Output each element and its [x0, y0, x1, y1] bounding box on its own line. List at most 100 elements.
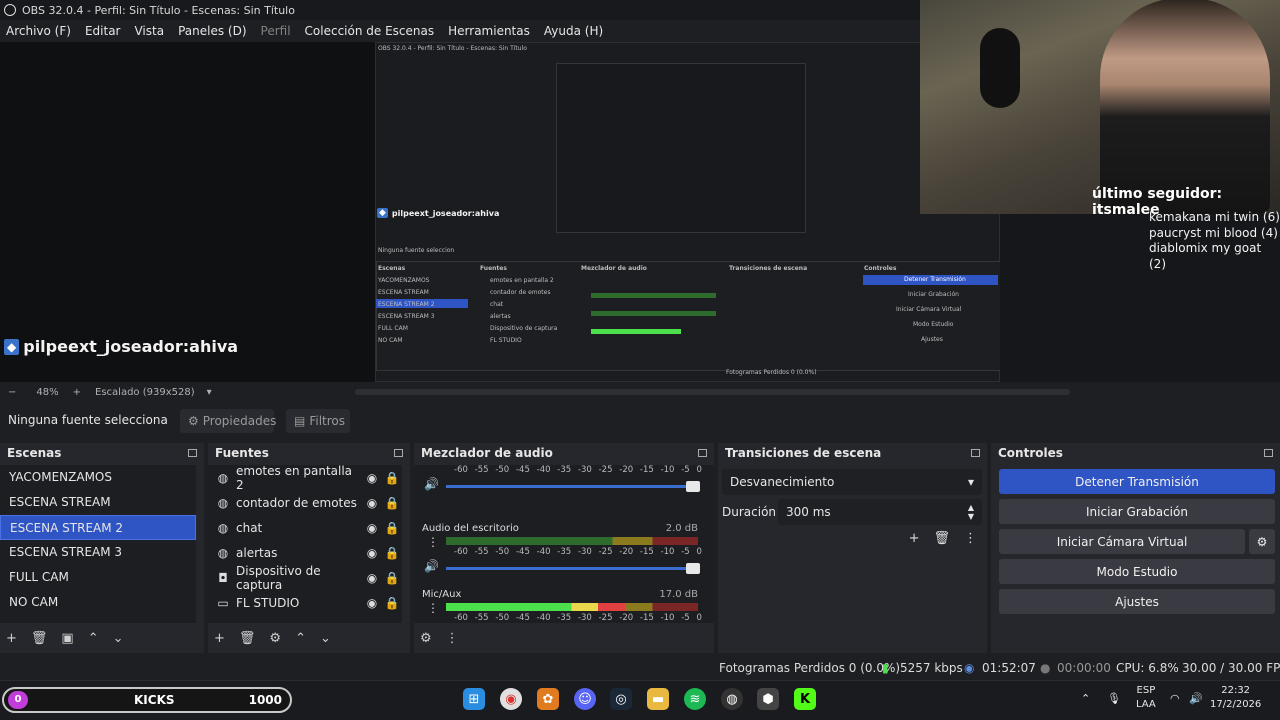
menu-vista[interactable]: Vista — [134, 24, 164, 38]
undock-icon[interactable] — [971, 449, 980, 457]
scene-item[interactable]: FULL CAM — [0, 565, 196, 590]
scene-item-selected[interactable]: ESCENA STREAM 2 — [0, 515, 196, 540]
lock-icon[interactable]: 🔒 — [382, 521, 402, 535]
chevron-up-icon[interactable]: ⌃ — [295, 631, 306, 646]
db-tick: -10 — [660, 547, 675, 557]
eye-icon[interactable]: ◉ — [362, 471, 382, 485]
scene-item[interactable]: ESCENA STREAM — [0, 490, 196, 515]
eye-icon[interactable]: ◉ — [362, 546, 382, 560]
chrome-icon[interactable]: ◉ — [500, 688, 522, 710]
kick-icon[interactable]: K — [794, 688, 816, 710]
filter-icon[interactable]: ▣ — [61, 631, 73, 646]
source-item[interactable]: ◍ contador de emotes ◉ 🔒 — [208, 490, 402, 515]
lock-icon[interactable]: 🔒 — [382, 571, 402, 585]
stop-stream-button[interactable]: Detener Transmisión — [999, 469, 1275, 494]
clock[interactable]: 22:32 17/2/2026 — [1210, 684, 1261, 712]
add-icon[interactable]: + — [214, 631, 225, 646]
vertical-dots-icon[interactable]: ⋮ — [446, 631, 459, 646]
lock-icon[interactable]: 🔒 — [382, 596, 402, 610]
undock-icon[interactable] — [188, 449, 197, 457]
undock-icon[interactable] — [698, 449, 707, 457]
game-icon[interactable]: ⬢ — [757, 688, 779, 710]
scene-item[interactable]: NO CAM — [0, 590, 196, 615]
source-item[interactable]: ◍ alertas ◉ 🔒 — [208, 540, 402, 565]
lock-icon[interactable]: 🔒 — [382, 496, 402, 510]
speaker-icon[interactable]: 🔊 — [1189, 692, 1203, 706]
vertical-dots-icon[interactable]: ⋮ — [427, 601, 439, 615]
vertical-dots-icon[interactable]: ⋮ — [964, 531, 977, 546]
obs-taskbar-icon[interactable]: ◍ — [721, 688, 743, 710]
eye-icon[interactable]: ◉ — [362, 496, 382, 510]
filters-button[interactable]: ▤ Filtros — [286, 409, 350, 433]
windows-start-icon[interactable]: ⊞ — [463, 688, 485, 710]
chevron-down-icon[interactable]: ⌄ — [320, 631, 331, 646]
chevron-up-icon[interactable]: ⌃ — [1081, 692, 1090, 706]
menu-herramientas[interactable]: Herramientas — [448, 24, 530, 38]
transition-select[interactable]: Desvanecimiento ▾ — [722, 469, 982, 495]
nested-source: contador de emotes — [490, 289, 551, 296]
properties-label: Propiedades — [202, 414, 277, 428]
lock-icon[interactable]: 🔒 — [382, 471, 402, 485]
duration-spinbox[interactable]: 300 ms ▲ ▼ — [778, 499, 982, 525]
globe-icon: ◍ — [217, 545, 229, 560]
virtual-camera-button[interactable]: Iniciar Cámara Virtual — [999, 529, 1245, 554]
trash-icon[interactable]: 🗑 — [933, 531, 950, 546]
gear-icon[interactable]: ⚙ — [1249, 529, 1275, 554]
add-icon[interactable]: + — [6, 631, 17, 646]
steam-icon[interactable]: ◎ — [610, 688, 632, 710]
chevron-up-icon[interactable]: ⌃ — [88, 631, 99, 646]
gear-icon[interactable]: ⚙ — [269, 631, 281, 646]
spotify-icon[interactable]: ≋ — [684, 688, 706, 710]
fl-studio-icon[interactable]: ✿ — [537, 688, 559, 710]
studio-mode-button[interactable]: Modo Estudio — [999, 559, 1275, 584]
language-indicator[interactable]: ESP LAA — [1136, 684, 1156, 712]
volume-slider[interactable] — [446, 481, 700, 492]
lock-icon[interactable]: 🔒 — [382, 546, 402, 560]
start-recording-button[interactable]: Iniciar Grabación — [999, 499, 1275, 524]
menu-ayuda[interactable]: Ayuda (H) — [544, 24, 603, 38]
menu-editar[interactable]: Editar — [85, 24, 121, 38]
properties-button[interactable]: ⚙ Propiedades — [180, 409, 277, 433]
undock-icon[interactable] — [394, 449, 403, 457]
source-item[interactable]: ◘ Dispositivo de captura ◉ 🔒 — [208, 564, 402, 592]
wifi-icon[interactable]: ◠ — [1170, 692, 1180, 706]
volume-meter — [446, 537, 698, 545]
vertical-dots-icon[interactable]: ⋮ — [427, 535, 439, 549]
microphone-icon[interactable]: 🎙 — [1107, 692, 1121, 706]
volume-slider[interactable] — [446, 563, 700, 574]
source-item[interactable]: ▭ FL STUDIO ◉ 🔒 — [208, 590, 402, 615]
discord-icon[interactable]: ☺ — [574, 688, 596, 710]
slider-knob[interactable] — [686, 481, 700, 492]
slider-knob[interactable] — [686, 563, 700, 574]
speaker-icon[interactable]: 🔊 — [424, 559, 439, 573]
preview-scrollbar[interactable] — [355, 389, 1070, 395]
scene-item[interactable]: ESCENA STREAM 3 — [0, 540, 196, 565]
menu-coleccion[interactable]: Colección de Escenas — [305, 24, 435, 38]
scale-label[interactable]: Escalado (939x528) — [95, 387, 195, 398]
filters-label: Filtros — [309, 414, 346, 428]
menu-paneles[interactable]: Paneles (D) — [178, 24, 246, 38]
nested-chat-line: ◆ pilpeext_joseador : ahiva — [377, 208, 499, 218]
source-item[interactable]: ◍ chat ◉ 🔒 — [208, 515, 402, 540]
add-icon[interactable]: + — [909, 531, 920, 546]
undock-icon[interactable] — [1264, 449, 1273, 457]
eye-icon[interactable]: ◉ — [362, 521, 382, 535]
folder-icon[interactable]: ▬ — [647, 688, 669, 710]
eye-icon[interactable]: ◉ — [362, 596, 382, 610]
eye-icon[interactable]: ◉ — [362, 571, 382, 585]
scene-item[interactable]: YACOMENZAMOS — [0, 465, 196, 490]
trash-icon[interactable]: 🗑 — [31, 631, 48, 646]
settings-button[interactable]: Ajustes — [999, 589, 1275, 614]
spin-arrows-icon[interactable]: ▲ ▼ — [968, 503, 974, 521]
source-item[interactable]: ◍ emotes en pantalla 2 ◉ 🔒 — [208, 464, 402, 492]
zoom-in-button[interactable]: + — [73, 387, 81, 398]
trash-icon[interactable]: 🗑 — [239, 631, 256, 646]
menu-archivo[interactable]: Archivo (F) — [6, 24, 71, 38]
zoom-out-button[interactable]: − — [8, 387, 16, 398]
nested-button: Iniciar Grabación — [908, 291, 959, 298]
chevron-down-icon[interactable]: ⌄ — [113, 631, 124, 646]
speaker-icon[interactable]: 🔊 — [424, 477, 439, 491]
chevron-down-icon[interactable]: ▾ — [207, 387, 212, 398]
mixer-settings-icon[interactable]: ⚙ — [420, 631, 432, 646]
source-name: contador de emotes — [236, 495, 357, 510]
